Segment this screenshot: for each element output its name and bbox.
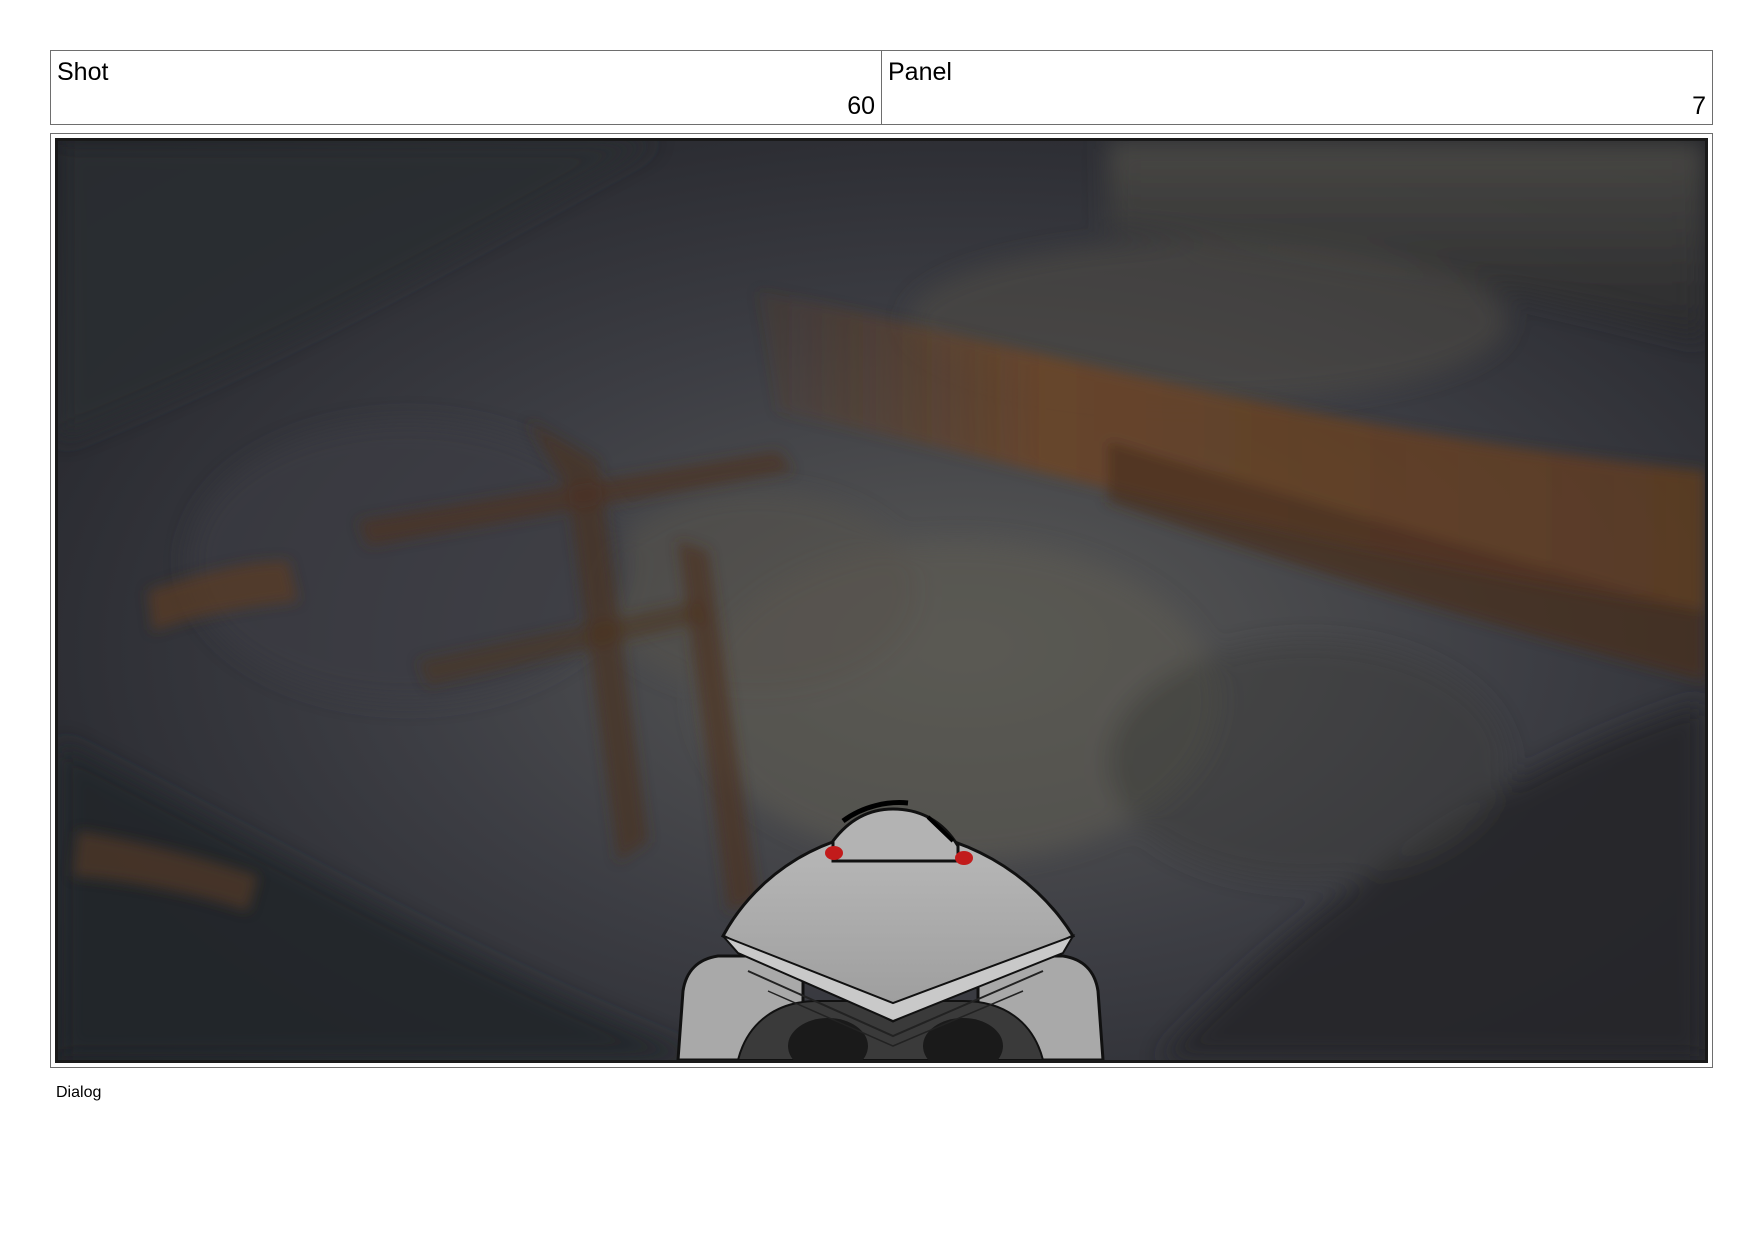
- storyboard-header: Shot 60 Panel 7: [50, 50, 1713, 125]
- shot-number: 60: [847, 92, 875, 120]
- dialog-label: Dialog: [56, 1084, 102, 1101]
- storyboard-frame-image: [55, 138, 1708, 1063]
- storyboard-frame: [50, 133, 1713, 1068]
- panel-label: Panel: [888, 58, 952, 86]
- cave-scene-illustration: [58, 141, 1705, 1060]
- panel-number: 7: [1692, 92, 1706, 120]
- shot-label: Shot: [57, 58, 109, 86]
- shot-cell: Shot 60: [51, 51, 881, 124]
- panel-cell: Panel 7: [881, 51, 1712, 124]
